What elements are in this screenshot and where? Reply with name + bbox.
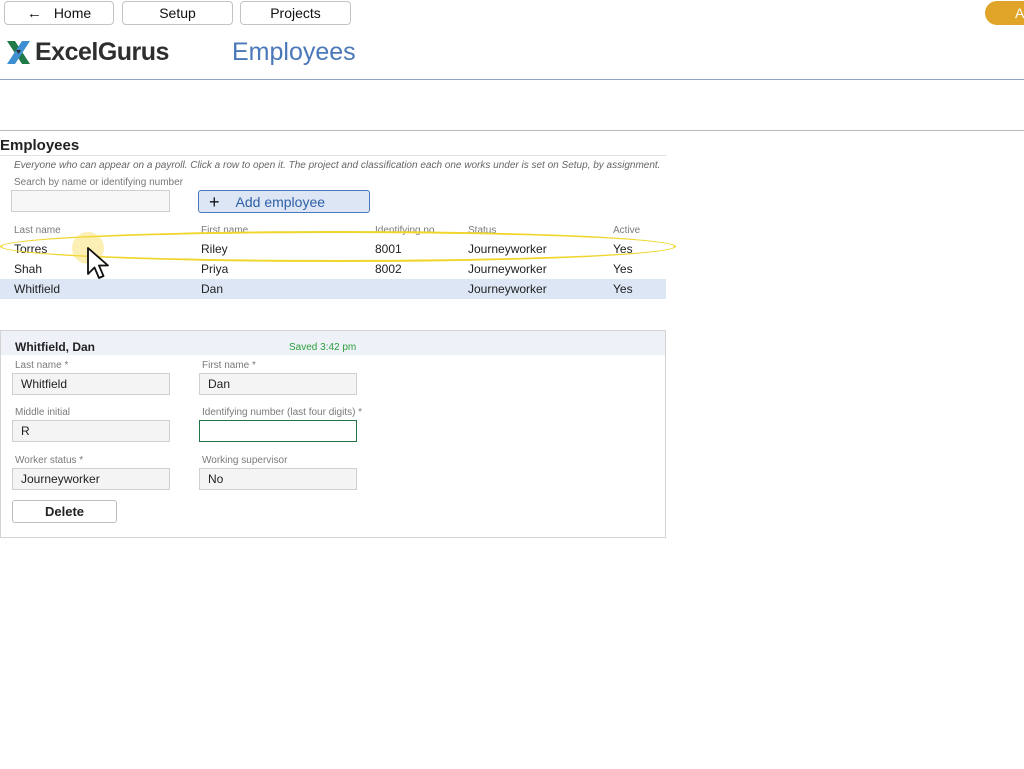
home-button[interactable]: ← Home: [4, 1, 114, 25]
cell-last-name: Shah: [14, 262, 43, 276]
last-name-field[interactable]: Whitfield: [12, 373, 170, 395]
first-name-value: Dan: [208, 377, 231, 391]
cell-identifying-no: 8002: [375, 262, 402, 276]
column-header-first-name: First name: [201, 225, 249, 236]
add-employee-label: Add employee: [235, 193, 326, 210]
middle-initial-label: Middle initial: [15, 407, 71, 418]
table-row-selected[interactable]: Whitfield Dan Journeyworker Yes: [0, 279, 666, 299]
setup-button-label: Setup: [159, 5, 196, 21]
x-logo-icon: [7, 41, 30, 64]
cell-active: Yes: [613, 282, 633, 296]
worker-status-value: Journeyworker: [21, 472, 100, 486]
cell-status: Journeyworker: [468, 262, 547, 276]
first-name-field[interactable]: Dan: [199, 373, 357, 395]
content-divider: [0, 130, 1024, 131]
section-description: Everyone who can appear on a payroll. Cl…: [14, 160, 661, 171]
last-name-label: Last name *: [15, 360, 69, 371]
column-header-active: Active: [613, 225, 641, 236]
cell-status: Journeyworker: [468, 242, 547, 256]
first-name-label: First name *: [202, 360, 256, 371]
delete-button[interactable]: Delete: [12, 500, 117, 523]
search-input[interactable]: [11, 190, 170, 212]
working-supervisor-value: No: [208, 472, 224, 486]
projects-button[interactable]: Projects: [240, 1, 351, 25]
brand-logo: ExcelGurus: [5, 38, 169, 67]
employee-detail-panel: Whitfield, Dan Saved 3:42 pm Last name *…: [0, 330, 666, 538]
cell-active: Yes: [613, 242, 633, 256]
projects-button-label: Projects: [270, 5, 321, 21]
cell-last-name: Torres: [14, 242, 48, 256]
detail-employee-name: Whitfield, Dan: [15, 340, 95, 354]
working-supervisor-label: Working supervisor: [202, 455, 288, 466]
cell-active: Yes: [613, 262, 633, 276]
search-label: Search by name or identifying number: [14, 177, 183, 188]
cell-status: Journeyworker: [468, 282, 547, 296]
header-divider: [0, 79, 1024, 80]
column-header-status: Status: [468, 225, 497, 236]
home-button-label: Home: [53, 5, 92, 21]
middle-initial-field[interactable]: R: [12, 420, 170, 442]
worker-status-field[interactable]: Journeyworker: [12, 468, 170, 490]
account-pill-label: A: [1015, 5, 1024, 21]
working-supervisor-field[interactable]: No: [199, 468, 357, 490]
section-divider: [0, 155, 666, 156]
table-row[interactable]: Shah Priya 8002 Journeyworker Yes: [0, 259, 666, 279]
middle-initial-value: R: [21, 424, 30, 438]
worker-status-label: Worker status *: [15, 455, 84, 466]
account-pill-button[interactable]: A: [985, 1, 1024, 25]
column-header-identifying-no: Identifying no.: [375, 225, 438, 236]
brand-logo-text: ExcelGurus: [35, 38, 169, 66]
add-employee-button[interactable]: + Add employee: [198, 190, 370, 213]
identifying-number-label: Identifying number (last four digits) *: [202, 407, 363, 418]
plus-icon: +: [209, 191, 220, 212]
last-name-value: Whitfield: [21, 377, 68, 391]
cell-first-name: Riley: [201, 242, 228, 256]
identifying-number-field[interactable]: [199, 420, 357, 442]
delete-button-label: Delete: [44, 504, 85, 519]
cell-first-name: Dan: [201, 282, 224, 296]
page-title: Employees: [232, 38, 356, 66]
column-header-last-name: Last name: [14, 225, 61, 236]
setup-button[interactable]: Setup: [122, 1, 233, 25]
cell-first-name: Priya: [201, 262, 229, 276]
table-row[interactable]: Torres Riley 8001 Journeyworker Yes: [0, 239, 666, 259]
back-arrow-icon: ←: [26, 4, 42, 22]
cell-last-name: Whitfield: [14, 282, 61, 296]
cell-identifying-no: 8001: [375, 242, 402, 256]
section-title: Employees: [0, 137, 80, 154]
saved-status: Saved 3:42 pm: [289, 342, 357, 353]
